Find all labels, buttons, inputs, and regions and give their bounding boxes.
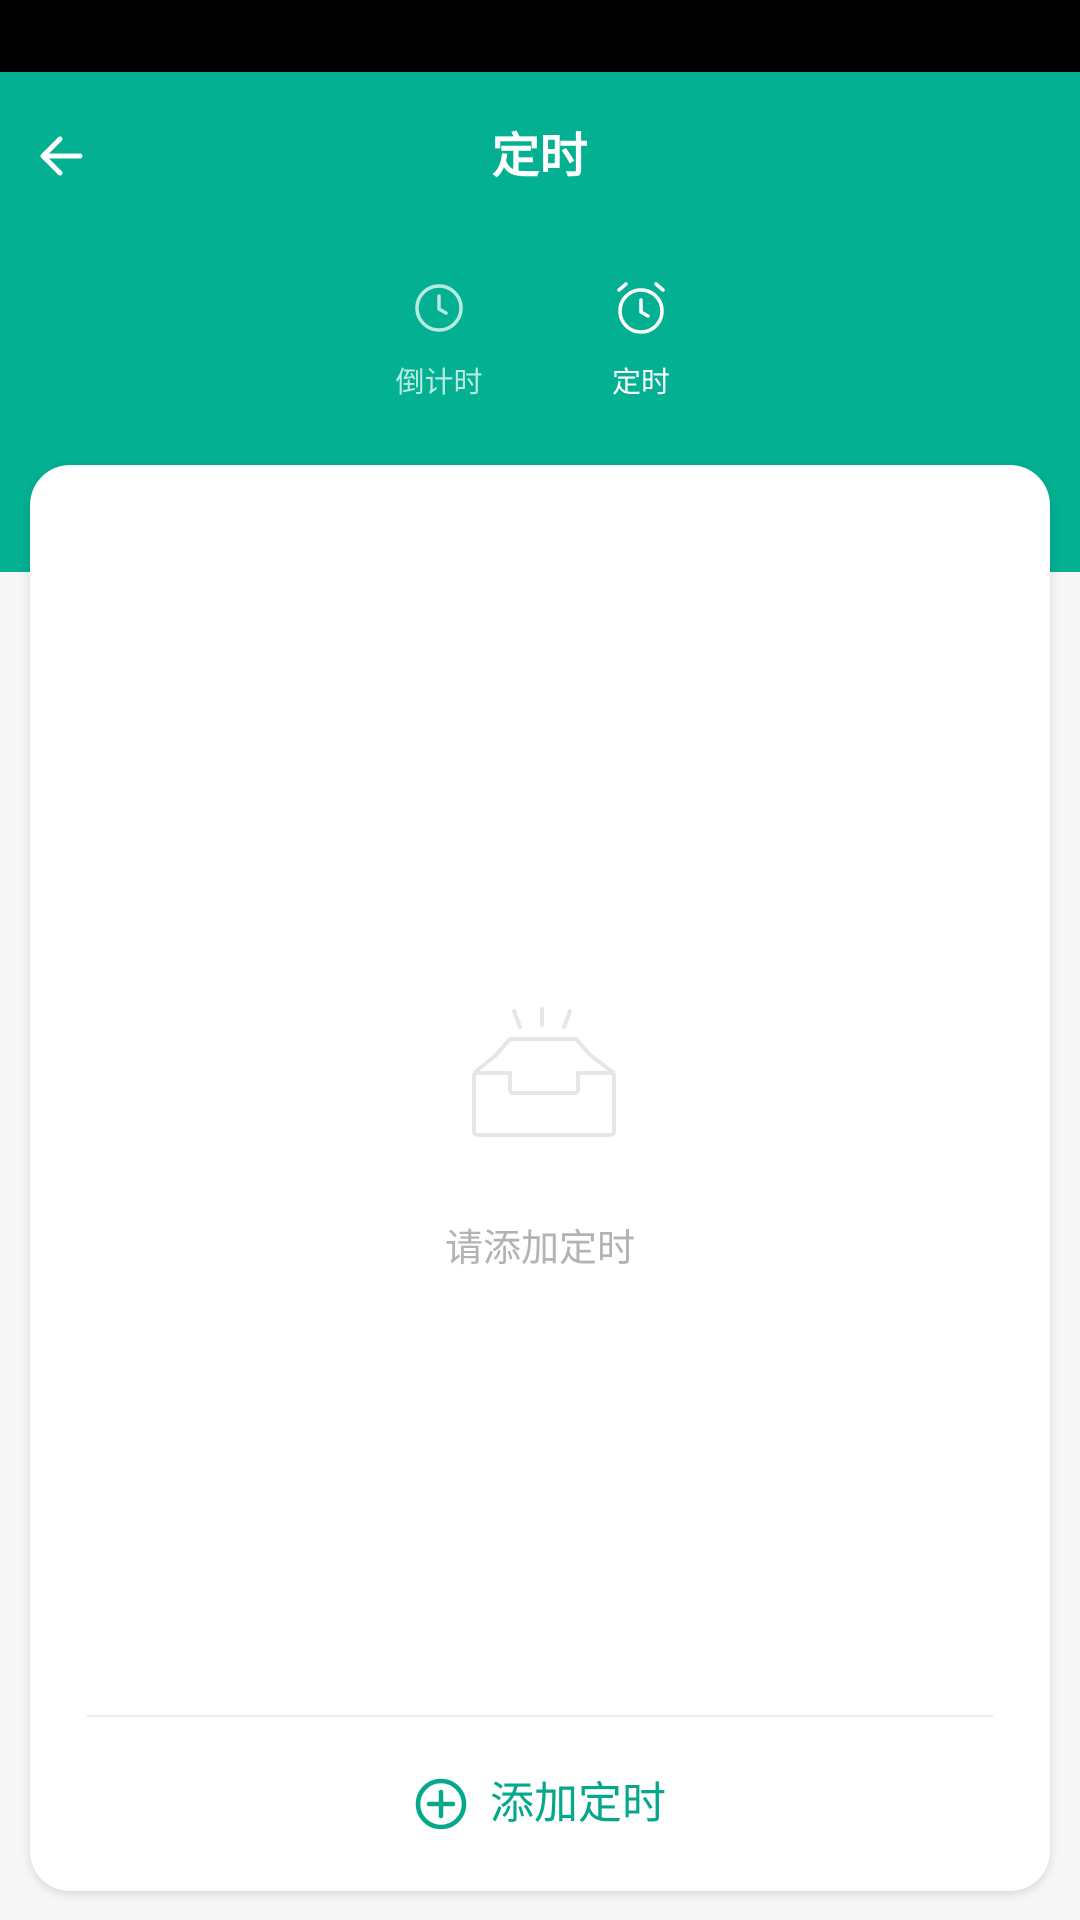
add-timer-button[interactable]: 添加定时: [30, 1717, 1050, 1891]
tab-countdown-label: 倒计时: [395, 365, 483, 399]
mode-tabs: 倒计时 定时: [0, 278, 1080, 428]
status-bar: [0, 0, 1080, 72]
clock-icon: [415, 284, 463, 332]
tab-timer-label: 定时: [611, 365, 670, 399]
add-timer-label: 添加定时: [490, 1778, 666, 1829]
tab-countdown[interactable]: 倒计时: [359, 278, 519, 428]
timer-list-card: 请添加定时 添加定时: [30, 465, 1050, 1891]
plus-circle-icon: [415, 1778, 467, 1830]
empty-state-message: 请添加定时: [444, 1226, 635, 1270]
timer-page: 定时 倒计时 定时 请添加定时 添加定时: [0, 0, 1080, 1920]
page-title: 定时: [491, 128, 588, 184]
tab-timer[interactable]: 定时: [561, 278, 721, 428]
empty-inbox-icon: [472, 1007, 616, 1137]
alarm-clock-icon: [617, 282, 665, 334]
